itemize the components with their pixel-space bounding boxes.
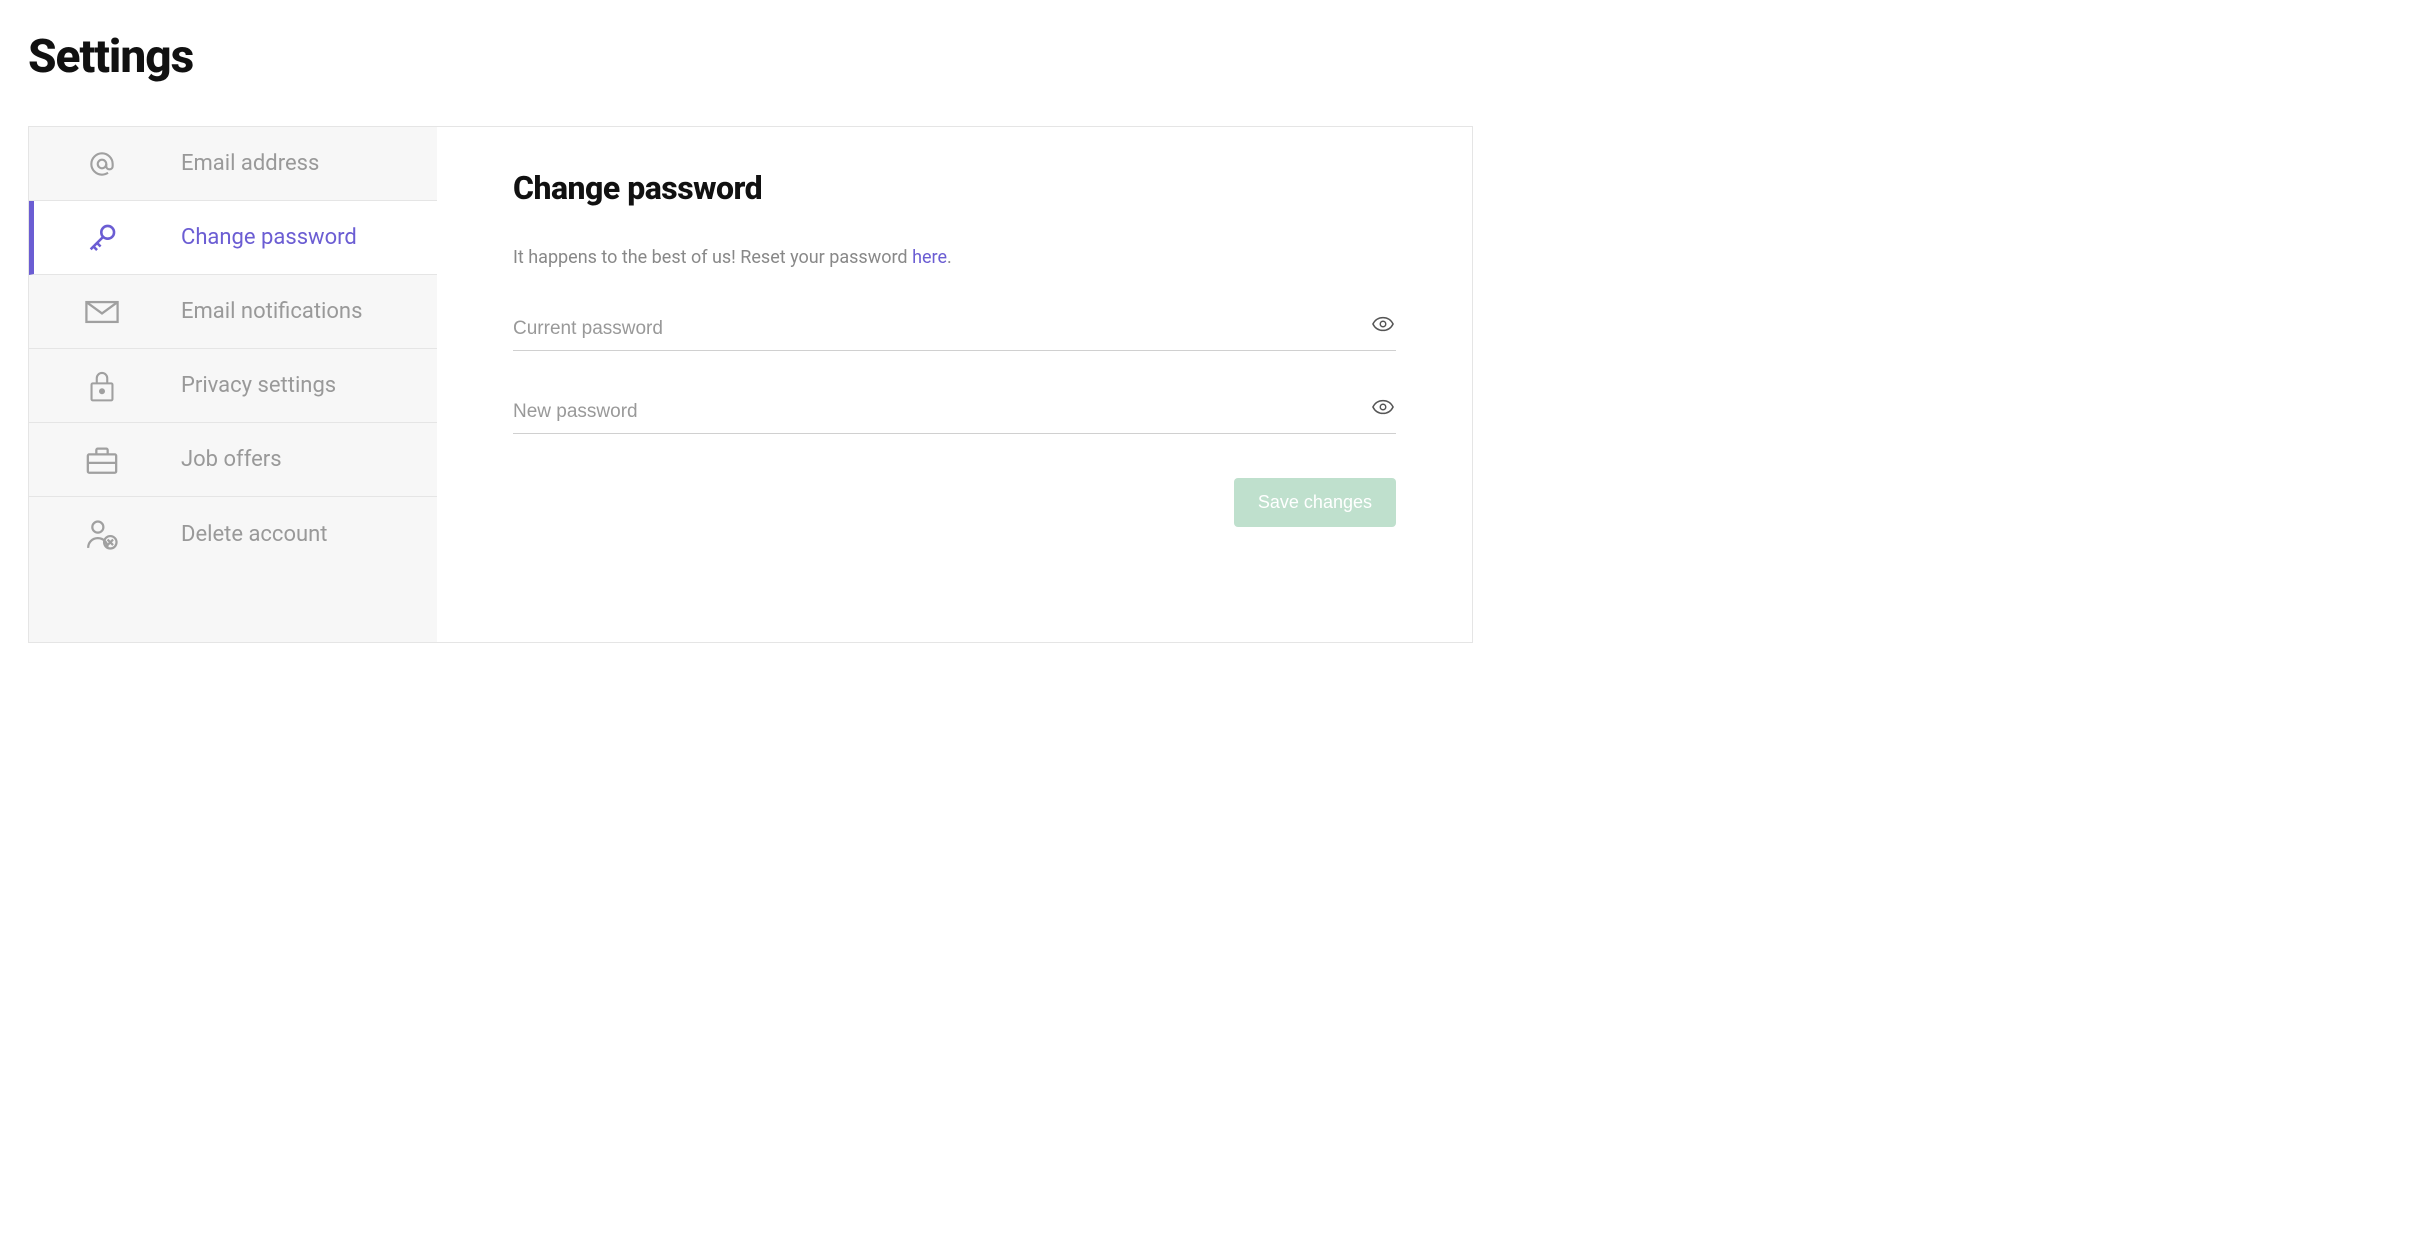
main-content: Change password It happens to the best o… [437,127,1472,642]
main-title: Change password [513,169,1396,207]
sidebar-item-email-notifications[interactable]: Email notifications [29,275,437,349]
settings-panel: Email address Change password [28,126,1473,643]
envelope-icon [83,293,121,331]
lock-icon [83,367,121,405]
eye-icon[interactable] [1372,316,1394,332]
helper-prefix: It happens to the best of us! Reset your… [513,247,912,268]
key-icon [83,219,121,257]
user-delete-icon [83,515,121,553]
sidebar-item-job-offers[interactable]: Job offers [29,423,437,497]
at-icon [83,145,121,183]
sidebar-item-privacy-settings[interactable]: Privacy settings [29,349,437,423]
sidebar-item-label: Privacy settings [181,373,336,398]
sidebar-item-change-password[interactable]: Change password [29,201,437,275]
sidebar-item-delete-account[interactable]: Delete account [29,497,437,571]
page-title: Settings [28,30,2404,84]
sidebar-item-label: Email notifications [181,299,362,324]
sidebar-item-label: Job offers [181,447,282,472]
sidebar-item-label: Delete account [181,522,327,547]
new-password-input[interactable] [513,395,1396,434]
eye-icon[interactable] [1372,399,1394,415]
current-password-field-wrapper [513,312,1396,351]
helper-suffix: . [947,247,952,268]
current-password-input[interactable] [513,312,1396,351]
briefcase-icon [83,441,121,479]
sidebar-item-label: Change password [181,225,357,250]
actions-row: Save changes [513,478,1396,527]
sidebar: Email address Change password [29,127,437,642]
helper-text: It happens to the best of us! Reset your… [513,247,1396,268]
new-password-field-wrapper [513,395,1396,434]
reset-password-link[interactable]: here [912,247,947,268]
sidebar-item-email-address[interactable]: Email address [29,127,437,201]
sidebar-item-label: Email address [181,151,319,176]
save-button[interactable]: Save changes [1234,478,1396,527]
